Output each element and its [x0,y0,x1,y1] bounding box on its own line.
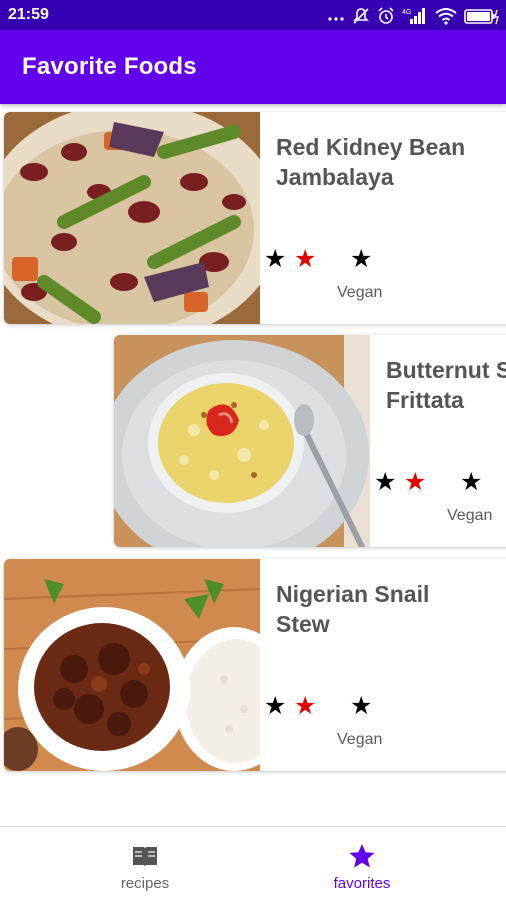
rating-star-3: ★ [350,245,373,273]
network-type-label: 4G [402,9,411,16]
rating-star-1: ★ [264,245,287,273]
cellular-signal-icon: 4G [402,7,428,25]
recipe-name: Red Kidney Bean Jambalaya [276,134,466,190]
recipe-photo-jambalaya [4,112,260,324]
recipe-photo-frittata [114,335,370,547]
rating-star-2: ★ [404,468,427,496]
app-bar: Favorite Foods [0,30,506,104]
recipe-name: Butternut Squash Frittata [386,357,506,413]
rating-star-3: ★ [460,468,483,496]
rating-star-2: ★ [294,245,317,273]
bottom-navigation: recipes favorites [0,826,506,901]
nav-label-recipes: recipes [120,875,170,892]
wifi-icon [435,7,457,25]
recipe-name: Nigerian Snail Stew [276,581,430,637]
page-title: Favorite Foods [22,53,197,80]
diet-badge: Vegan [337,731,383,748]
nav-label-favorites: favorites [333,875,391,892]
recipe-card[interactable]: Butternut Squash Frittata ★ ★ ★ Vegan [114,335,506,547]
status-bar: 21:59 4G [0,0,506,30]
book-icon [131,843,159,869]
nav-item-favorites[interactable]: favorites [282,827,442,901]
nav-item-recipes[interactable]: recipes [65,827,225,901]
recipe-card[interactable]: Nigerian Snail Stew ★ ★ ★ Vegan [4,559,506,771]
status-icons: 4G [327,6,500,26]
rating-star-3: ★ [350,692,373,720]
battery-icon [464,7,500,25]
mute-icon [352,7,370,25]
rating-star-1: ★ [264,692,287,720]
recipe-list[interactable]: Red Kidney Bean Jambalaya ★ ★ ★ Vegan Bu… [0,104,506,826]
rating-star-2: ★ [294,692,317,720]
status-time: 21:59 [8,6,49,23]
recipe-photo-snail-stew [4,559,260,771]
alarm-icon [377,7,395,25]
star-icon [348,843,376,869]
more-dots-icon [327,7,345,25]
rating-star-1: ★ [374,468,397,496]
diet-badge: Vegan [447,507,493,524]
diet-badge: Vegan [337,284,383,301]
recipe-card[interactable]: Red Kidney Bean Jambalaya ★ ★ ★ Vegan [4,112,506,324]
